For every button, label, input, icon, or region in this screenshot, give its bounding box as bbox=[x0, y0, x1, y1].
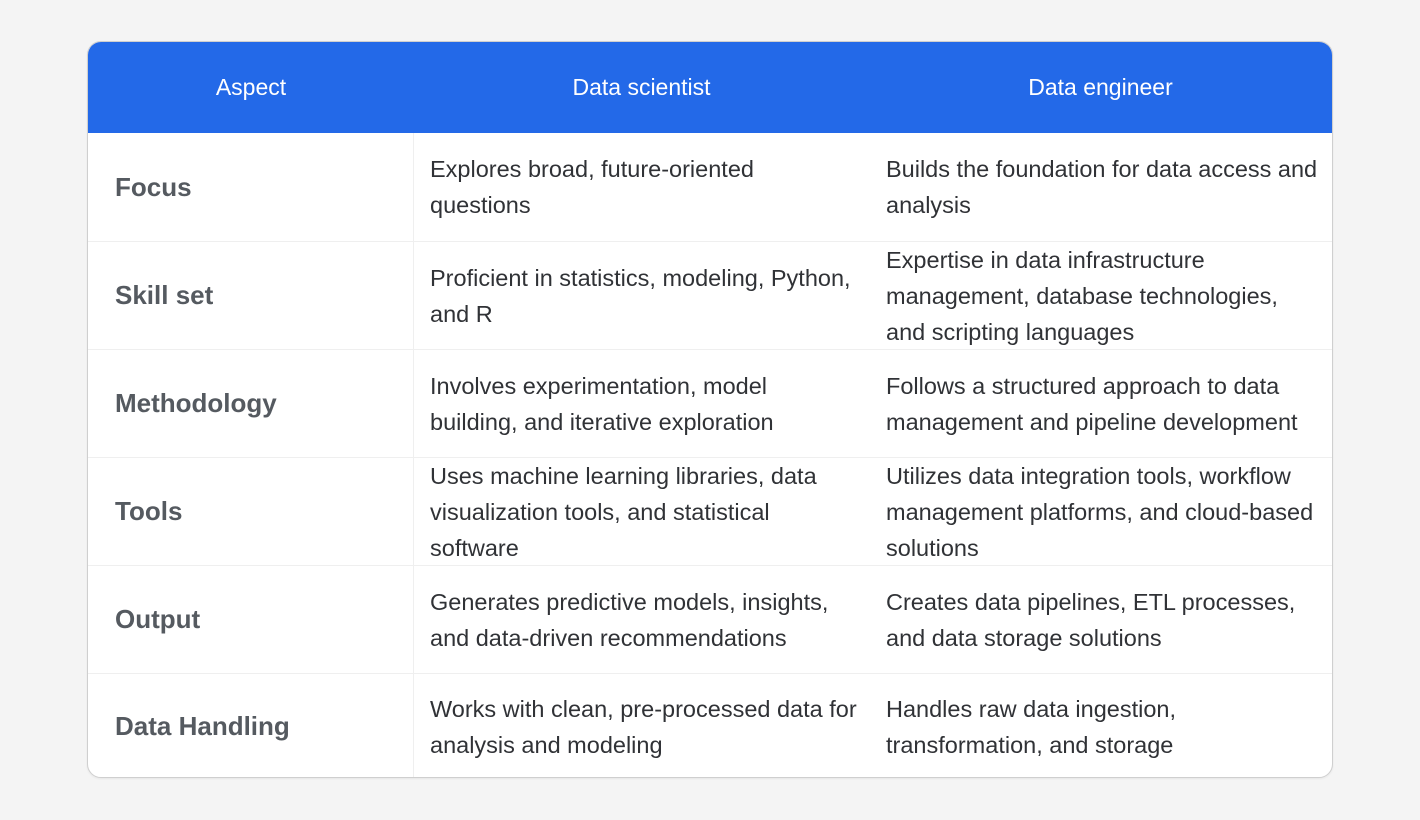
data-engineer-cell: Creates data pipelines, ETL processes, a… bbox=[886, 588, 1296, 651]
data-scientist-cell: Involves experimentation, model building… bbox=[430, 372, 774, 435]
row-aspect-label: Data Handling bbox=[88, 674, 414, 777]
data-scientist-cell: Proficient in statistics, modeling, Pyth… bbox=[430, 264, 851, 327]
table-header: Aspect Data scientist Data engineer bbox=[88, 42, 1332, 133]
row-aspect-label: Tools bbox=[88, 458, 414, 565]
table-row: Output Generates predictive models, insi… bbox=[88, 565, 1332, 673]
table-row: Skill set Proficient in statistics, mode… bbox=[88, 241, 1332, 349]
data-scientist-cell: Uses machine learning libraries, data vi… bbox=[430, 462, 817, 561]
header-aspect: Aspect bbox=[215, 74, 287, 100]
row-aspect-label: Skill set bbox=[88, 242, 414, 349]
row-aspect-label: Output bbox=[88, 566, 414, 673]
data-engineer-cell: Follows a structured approach to data ma… bbox=[886, 372, 1298, 435]
data-engineer-cell: Expertise in data infrastructure managem… bbox=[886, 246, 1278, 345]
table-row: Data Handling Works with clean, pre-proc… bbox=[88, 673, 1332, 777]
data-engineer-cell: Handles raw data ingestion, transformati… bbox=[886, 695, 1177, 758]
data-engineer-cell: Utilizes data integration tools, workflo… bbox=[886, 462, 1314, 561]
data-scientist-cell: Generates predictive models, insights, a… bbox=[430, 588, 829, 651]
data-scientist-cell: Works with clean, pre-processed data for… bbox=[430, 695, 857, 758]
header-data-scientist: Data scientist bbox=[572, 74, 711, 100]
comparison-table: Aspect Data scientist Data engineer Focu… bbox=[87, 41, 1333, 778]
table-row: Focus Explores broad, future-oriented qu… bbox=[88, 133, 1332, 241]
data-engineer-cell: Builds the foundation for data access an… bbox=[886, 156, 1318, 218]
table-row: Tools Uses machine learning libraries, d… bbox=[88, 457, 1332, 565]
header-data-engineer: Data engineer bbox=[1028, 74, 1173, 100]
table-row: Methodology Involves experimentation, mo… bbox=[88, 349, 1332, 457]
row-aspect-label: Focus bbox=[88, 133, 414, 241]
row-aspect-label: Methodology bbox=[88, 350, 414, 457]
data-scientist-cell: Explores broad, future-oriented question… bbox=[430, 156, 754, 218]
